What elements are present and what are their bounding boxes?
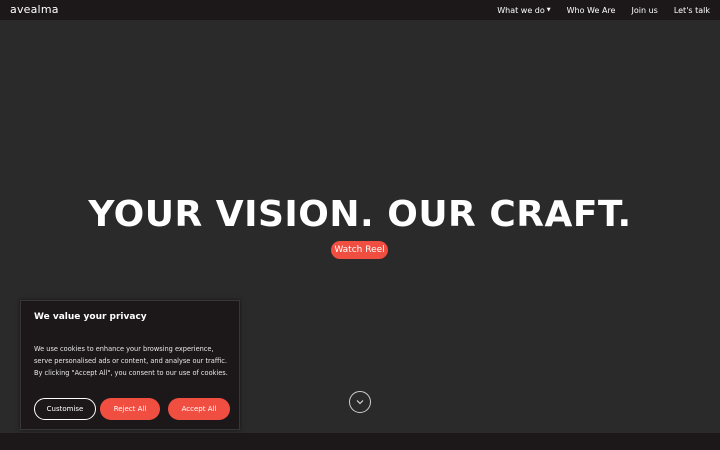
caret-down-icon: ▼ [546,7,551,13]
main-nav: What we do ▼ Who We Are Join us Let's ta… [497,0,710,20]
watch-reel-button[interactable]: Watch Reel [331,241,388,259]
cookie-banner-title: We value your privacy [34,312,147,322]
scroll-down-button[interactable] [349,391,371,413]
nav-item-what-we-do[interactable]: What we do ▼ [497,6,550,15]
nav-item-lets-talk[interactable]: Let's talk [674,6,710,15]
hero-headline: YOUR VISION. OUR CRAFT. [88,194,632,235]
cookie-consent-banner: We value your privacy We use cookies to … [20,300,240,430]
cookie-button-row: Customise Reject All Accept All [34,398,230,420]
nav-item-join-us[interactable]: Join us [631,6,657,15]
brand-logo[interactable]: avealma [10,3,59,16]
top-navigation-bar: avealma What we do ▼ Who We Are Join us … [0,0,720,20]
customise-button[interactable]: Customise [34,398,96,420]
nav-item-label: What we do [497,5,545,15]
chevron-down-icon [356,400,364,405]
reject-all-button[interactable]: Reject All [100,398,160,420]
cookie-banner-text: We use cookies to enhance your browsing … [34,345,228,377]
nav-item-who-we-are[interactable]: Who We Are [567,6,616,15]
footer-strip [0,433,720,450]
accept-all-button[interactable]: Accept All [168,398,230,420]
